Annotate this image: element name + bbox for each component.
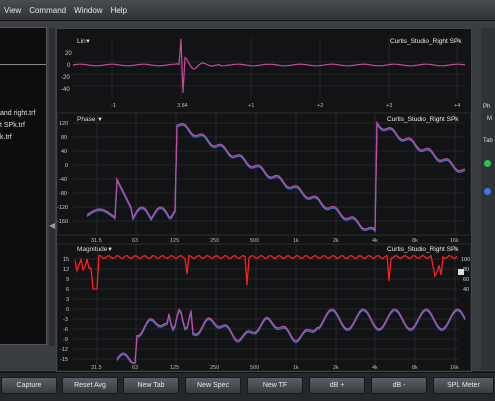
mag-xtick-8: 8k	[412, 365, 418, 371]
coherence-marker[interactable]	[458, 269, 464, 275]
mag-xtick-1: 63	[132, 365, 138, 371]
mag-rtick-3: 40	[463, 287, 469, 293]
mag-xtick-7: 4k	[372, 365, 378, 371]
magnitude-title: Magnitude	[77, 246, 108, 253]
phase-xtick-0: 31.5	[91, 238, 102, 244]
impulse-ytick-0: 20	[65, 51, 72, 57]
mag-ytick-8: -9	[63, 337, 68, 343]
phase-xtick-4: 500	[250, 238, 259, 244]
phase-ytick-1: 80	[61, 135, 67, 141]
reset-avg-button[interactable]: Reset Avg	[62, 377, 118, 394]
toolbar: Capture Reset Avg New Tab New Spec New T…	[0, 372, 495, 401]
phase-x-ticks: 31.5 63 125 250 500 1k 2k 4k 8k 16k	[91, 238, 459, 244]
impulse-xtick-2: +1	[248, 103, 254, 109]
phase-ytick-3: 0	[65, 163, 68, 169]
impulse-xtick-1: 3.84	[177, 103, 188, 109]
impulse-menu-icon[interactable]: ▼	[85, 39, 91, 45]
phase-panel[interactable]: 120 80 40 0 -40 -80 -120 -160 Phase ▼ Cu…	[56, 112, 472, 244]
phase-ytick-5: -80	[59, 191, 67, 197]
status-blue-icon[interactable]	[484, 188, 491, 195]
list-divider	[0, 64, 46, 65]
impulse-xtick-4: +3	[386, 103, 392, 109]
right-label-ph: Ph	[483, 104, 491, 110]
menu-bar: View Command Window Help	[0, 0, 495, 21]
impulse-trace-label: Curtis_Studio_Right SPk	[390, 38, 462, 45]
phase-ytick-6: -120	[57, 205, 68, 211]
right-label-m: M	[487, 116, 492, 122]
spl-meter-button[interactable]: SPL Meter	[433, 377, 494, 394]
menu-help[interactable]: Help	[111, 6, 127, 15]
new-spec-button[interactable]: New Spec	[185, 377, 241, 394]
phase-bg	[56, 112, 472, 236]
file-item-1[interactable]: and right.trf	[0, 110, 35, 117]
mag-ytick-2: 9	[66, 277, 69, 283]
phase-ytick-4: -40	[59, 177, 67, 183]
mag-xtick-0: 31.5	[91, 365, 102, 371]
mag-ytick-6: -3	[63, 317, 68, 323]
phase-xtick-1: 63	[132, 238, 138, 244]
magnitude-panel[interactable]: 15 12 9 6 3 0 -3 -6 -9 -12 -15 100 80 60…	[56, 243, 472, 372]
phase-xtick-9: 16k	[450, 238, 459, 244]
mag-ytick-7: -6	[63, 327, 68, 333]
mag-rtick-2: 60	[463, 277, 469, 283]
file-item-3[interactable]: k.trf	[0, 134, 12, 141]
phase-xtick-2: 125	[170, 238, 179, 244]
mag-ytick-9: -12	[60, 347, 68, 353]
mag-xtick-9: 16k	[450, 365, 459, 371]
new-tf-button[interactable]: New TF	[247, 377, 303, 394]
right-label-tab: Tab	[483, 138, 493, 144]
menu-command[interactable]: Command	[29, 6, 66, 15]
phase-xtick-8: 8k	[412, 238, 418, 244]
file-item-2[interactable]: t SPk.trf	[0, 122, 25, 129]
magnitude-bg	[56, 243, 472, 372]
file-list-panel[interactable]: and right.trf t SPk.trf k.trf	[0, 27, 47, 345]
capture-button[interactable]: Capture	[1, 377, 57, 394]
phase-xtick-7: 4k	[372, 238, 378, 244]
mag-ytick-3: 6	[66, 287, 69, 293]
impulse-xtick-0: -1	[111, 103, 116, 109]
mag-ytick-4: 3	[66, 297, 69, 303]
phase-ytick-7: -160	[57, 219, 68, 225]
phase-xtick-6: 2k	[333, 238, 339, 244]
phase-menu-icon[interactable]: ▼	[97, 117, 103, 123]
impulse-xtick-5: +4	[454, 103, 460, 109]
impulse-ytick-2: -20	[61, 75, 70, 81]
impulse-xtick-3: +2	[317, 103, 323, 109]
menu-view[interactable]: View	[4, 6, 21, 15]
mag-xtick-6: 2k	[333, 365, 339, 371]
impulse-panel[interactable]: 20 0 -20 -40 Lin ▼ Curtis_Studio_Right S…	[57, 29, 471, 109]
phase-trace-label: Curtis_Studio_Right SPk	[387, 116, 459, 123]
menu-window[interactable]: Window	[74, 6, 102, 15]
graph-area[interactable]: 20 0 -20 -40 Lin ▼ Curtis_Studio_Right S…	[56, 28, 472, 372]
mag-ytick-5: 0	[66, 307, 69, 313]
mag-xtick-2: 125	[170, 365, 179, 371]
phase-ytick-0: 120	[59, 121, 68, 127]
mag-ytick-1: 12	[63, 267, 69, 273]
phase-xtick-5: 1k	[293, 238, 299, 244]
phase-title: Phase	[77, 116, 96, 123]
mag-ytick-10: -15	[60, 357, 68, 363]
impulse-ytick-3: -40	[61, 87, 70, 93]
right-panel: Ph M Tab	[481, 28, 495, 370]
impulse-x-ticks: -1 3.84 +1 +2 +3 +4	[111, 103, 460, 109]
mag-xtick-3: 250	[210, 365, 219, 371]
collapse-left-icon[interactable]: ◀	[49, 221, 55, 230]
phase-xtick-3: 250	[210, 238, 219, 244]
magnitude-trace-label: Curtis_Studio_Right SPk	[387, 246, 459, 253]
mag-ytick-0: 15	[63, 257, 69, 263]
mag-xtick-4: 500	[250, 365, 259, 371]
new-tab-button[interactable]: New Tab	[123, 377, 179, 394]
mag-rtick-0: 100	[461, 257, 470, 263]
magnitude-menu-icon[interactable]: ▼	[107, 247, 113, 253]
panel-splitter[interactable]: ◀	[49, 28, 55, 346]
mag-xtick-5: 1k	[293, 365, 299, 371]
db-plus-button[interactable]: dB +	[309, 377, 365, 394]
phase-ytick-2: 40	[61, 149, 67, 155]
db-minus-button[interactable]: dB -	[371, 377, 427, 394]
status-green-icon[interactable]	[484, 160, 491, 167]
